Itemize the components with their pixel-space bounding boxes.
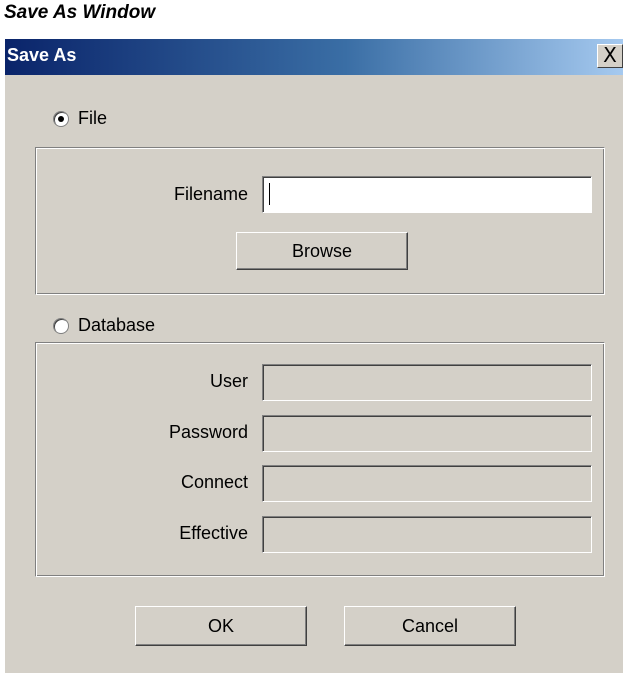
browse-button[interactable]: Browse — [236, 232, 408, 270]
close-icon: X — [603, 43, 617, 67]
save-as-dialog: Save As X File Filename Browse Database … — [4, 38, 623, 673]
effective-label: Effective — [179, 523, 248, 543]
radio-selected-dot — [58, 115, 64, 122]
database-radio-label: Database — [78, 315, 156, 335]
ok-button[interactable]: OK — [135, 606, 307, 646]
database-groupbox: User Password Connect Effective — [35, 342, 605, 577]
password-label: Password — [168, 422, 248, 442]
dialog-title: Save As — [7, 45, 77, 65]
dialog-titlebar[interactable]: Save As X — [5, 39, 623, 75]
file-radio-button[interactable] — [53, 110, 69, 127]
connect-label: Connect — [180, 472, 248, 492]
effective-input[interactable] — [262, 516, 592, 553]
file-radio-option[interactable]: File — [53, 108, 107, 129]
user-input[interactable] — [262, 364, 592, 401]
connect-input[interactable] — [262, 465, 592, 502]
password-input[interactable] — [262, 415, 592, 452]
text-caret — [269, 183, 270, 205]
filename-label: Filename — [173, 184, 248, 204]
close-button[interactable]: X — [597, 44, 623, 68]
database-radio-button[interactable] — [53, 317, 69, 334]
file-groupbox: Filename Browse — [35, 147, 605, 295]
file-radio-label: File — [78, 108, 108, 128]
cancel-button[interactable]: Cancel — [344, 606, 516, 646]
user-label: User — [209, 371, 248, 391]
page-title: Save As Window — [4, 2, 156, 23]
filename-input[interactable] — [262, 176, 592, 213]
database-radio-option[interactable]: Database — [53, 315, 155, 336]
